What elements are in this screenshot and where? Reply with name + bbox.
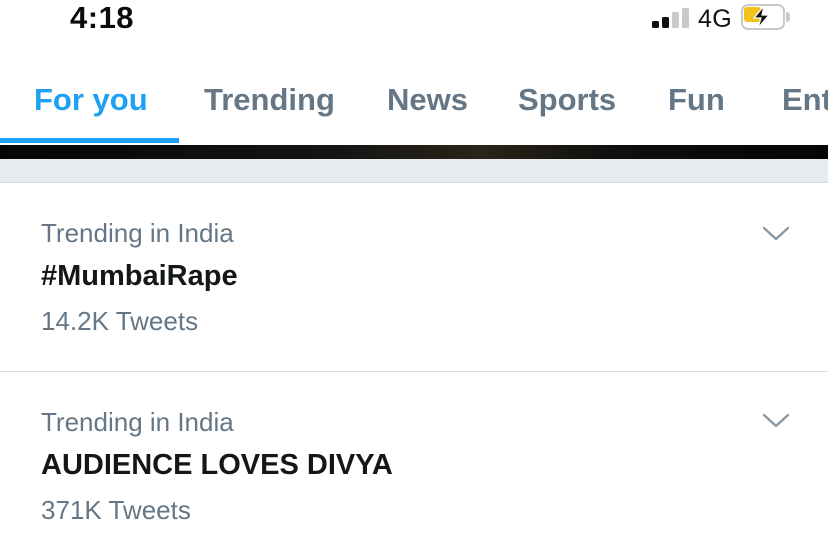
chevron-down-icon[interactable]: [762, 226, 790, 242]
tab-news[interactable]: News: [387, 60, 468, 144]
status-bar: 4:18 4G: [0, 0, 828, 44]
explore-tabs: For you Trending News Sports Fun Ent: [0, 60, 828, 144]
battery-tip: [786, 12, 790, 22]
cellular-signal-icon: [652, 8, 690, 28]
hero-image-edge: [0, 145, 828, 159]
signal-bar-3: [672, 12, 679, 28]
trend-name[interactable]: #MumbaiRape: [41, 260, 238, 293]
status-time: 4:18: [70, 0, 135, 35]
trend-item[interactable]: Trending in India #MumbaiRape 14.2K Twee…: [0, 184, 828, 372]
trends-screen: 4:18 4G For you Trending News Sports Fun…: [0, 0, 828, 556]
signal-bar-1: [652, 21, 659, 28]
active-tab-indicator: [0, 138, 179, 143]
battery-charging-icon: [741, 4, 791, 30]
charging-bolt-icon: [752, 6, 771, 28]
trend-name[interactable]: AUDIENCE LOVES DIVYA: [41, 449, 393, 482]
tab-entertainment[interactable]: Ent: [782, 60, 828, 144]
signal-bar-4: [682, 8, 689, 28]
trend-tweet-count: 14.2K Tweets: [41, 306, 199, 336]
chevron-down-icon[interactable]: [762, 413, 790, 429]
trend-tweet-count: 371K Tweets: [41, 495, 191, 525]
trend-item[interactable]: Trending in India AUDIENCE LOVES DIVYA 3…: [0, 373, 828, 556]
tab-for-you[interactable]: For you: [34, 60, 148, 144]
signal-bar-2: [662, 17, 669, 28]
tab-trending[interactable]: Trending: [204, 60, 335, 144]
trend-context: Trending in India: [41, 407, 234, 437]
tab-sports[interactable]: Sports: [518, 60, 616, 144]
tab-fun[interactable]: Fun: [668, 60, 725, 144]
network-type: 4G: [698, 5, 732, 33]
trend-context: Trending in India: [41, 218, 234, 248]
section-divider: [0, 159, 828, 183]
